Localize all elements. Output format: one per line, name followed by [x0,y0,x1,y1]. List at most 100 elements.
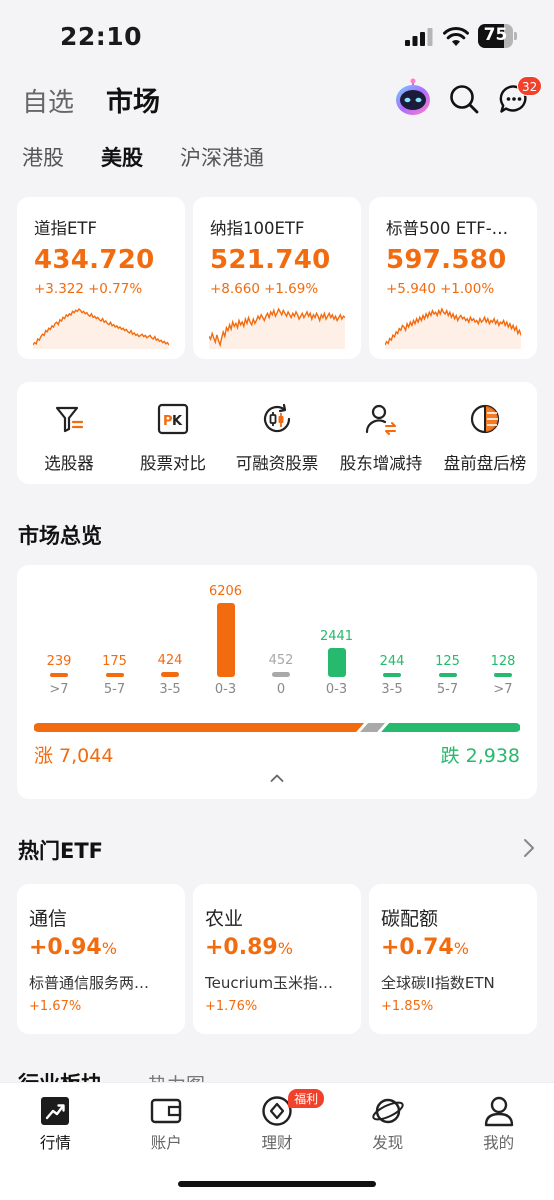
tab-hk-stocks[interactable]: 港股 [22,142,64,172]
nav-label: 账户 [150,1134,182,1152]
bar-value-label: 452 [268,652,294,668]
tab-watchlist[interactable]: 自选 [22,82,74,119]
bar-column: 452 0 [255,565,307,705]
etf-sector-pct: +0.89 [205,935,278,960]
index-change: +8.660 [210,281,260,297]
bar-category-label: 3-5 [159,682,181,697]
etf-fund-name: 全球碳II指数ETN [381,974,495,992]
index-change: +3.322 [34,281,84,297]
bar [105,673,124,677]
etf-sector-pct: +0.94 [29,935,102,960]
search-icon[interactable] [449,84,479,114]
bar-value-label: 175 [102,654,127,669]
index-change-pct: +1.00% [439,281,495,297]
etf-sector-name: 农业 [205,908,244,930]
bar [494,673,512,677]
tool-shareholder-changes[interactable]: 股东增减持 [329,382,433,484]
tool-stock-screener[interactable]: 选股器 [17,382,121,484]
etf-fund-change: +1.76% [205,999,258,1014]
index-card-dow[interactable]: 道指ETF 434.720 +3.322 +0.77% [17,197,185,359]
nav-profile[interactable]: 我的 [443,1083,554,1200]
bar-category-label: 0 [276,682,286,697]
bar [50,673,68,677]
cellular-signal-icon [405,28,433,46]
tool-label: 股东增减持 [339,454,423,473]
tool-label: 盘前盘后榜 [443,454,527,473]
bar-column: 2441 0-3 [311,565,363,705]
bar-column: 244 3-5 [366,565,418,705]
welfare-badge: 福利 [288,1089,325,1108]
ratio-down-segment [381,723,520,732]
nav-label: 理财 [261,1134,293,1152]
etf-fund-change: +1.85% [381,999,434,1014]
battery-icon: 75 [478,24,518,48]
bar-category-label: 0-3 [325,682,348,697]
index-change: +5.940 [386,281,436,297]
market-overview-title: 市场总览 [18,524,102,548]
stock-filter-icon [55,406,84,433]
robot-assistant-icon[interactable] [395,78,431,116]
svg-text:K: K [172,414,183,429]
tool-margin-stocks[interactable]: 可融资股票 [225,382,329,484]
nav-quotes[interactable]: 行情 [0,1083,111,1200]
bar-category-label: >7 [49,682,69,697]
margin-candlestick-icon [263,403,291,433]
bar-column: 424 3-5 [144,565,196,705]
tool-pre-post-market[interactable]: 盘前盘后榜 [433,382,537,484]
bar [161,671,179,677]
tool-label: 选股器 [44,454,94,473]
index-change-pct: +1.69% [263,281,319,297]
profile-icon [484,1096,513,1127]
advancers-count: 涨 7,044 [34,745,114,767]
etf-pct-unit: % [277,939,293,958]
index-card-nasdaq[interactable]: 纳指100ETF 521.740 +8.660 +1.69% [193,197,361,359]
bar [383,673,401,677]
planet-icon [372,1098,404,1124]
bar-value-label: 128 [490,654,516,669]
pk-compare-icon: P K [157,403,189,435]
tab-market[interactable]: 市场 [106,80,160,119]
tools-row: 选股器 P K 股票对比 可融资股票 股东增减持 盘前盘后榜 [17,382,537,484]
decliners-count: 跌 2,938 [440,745,520,767]
shareholder-icon [365,404,396,435]
home-indicator [178,1181,376,1187]
etf-card-carbon[interactable]: 碳配额 +0.74% 全球碳II指数ETN +1.85% [369,884,537,1034]
index-price: 597.580 [386,245,507,275]
wifi-icon [443,27,469,46]
ratio-up-segment [34,723,365,732]
nav-label: 我的 [483,1134,515,1152]
tab-stock-connect[interactable]: 沪深港通 [180,142,264,172]
wallet-icon [150,1098,182,1124]
etf-fund-change: +1.67% [29,999,82,1014]
bar-column: 125 5-7 [422,565,474,705]
hot-etf-title[interactable]: 热门ETF [18,835,103,865]
bar-column: 239 >7 [33,565,85,705]
chevron-right-icon[interactable] [522,838,536,858]
battery-level: 75 [483,25,508,45]
top-tabs: 自选 市场 [22,80,192,120]
bar-value-label: 424 [157,652,183,668]
status-time: 22:10 [60,22,143,51]
bar-category-label: 0-3 [214,682,237,697]
chevron-up-icon[interactable] [270,773,284,783]
index-price: 434.720 [34,245,155,275]
etf-sector-name: 碳配额 [381,908,439,930]
index-card-sp500[interactable]: 标普500 ETF-… 597.580 +5.940 +1.00% [369,197,537,359]
index-name: 纳指100ETF [210,219,305,238]
tool-label: 可融资股票 [235,454,319,473]
tab-us-stocks[interactable]: 美股 [101,142,143,172]
ratio-flat-segment [360,723,386,732]
up-down-distribution-chart: 239 >7 175 5-7 424 3-5 6206 0-3 452 0 2441 0-3 244 3-… [17,565,537,705]
nav-label: 发现 [372,1134,404,1152]
etf-pct-unit: % [101,939,117,958]
tool-stock-compare[interactable]: P K 股票对比 [121,382,225,484]
index-sparkline [33,307,169,349]
etf-card-telecom[interactable]: 通信 +0.94% 标普通信服务两… +1.67% [17,884,185,1034]
tool-label: 股票对比 [140,454,206,473]
up-down-ratio-bar [34,723,520,732]
bar-value-label: 244 [379,654,405,669]
index-name: 道指ETF [34,219,97,238]
etf-card-agriculture[interactable]: 农业 +0.89% Teucrium玉米指… +1.76% [193,884,361,1034]
bar-value-label: 6206 [208,584,243,599]
bar-category-label: 3-5 [381,682,403,697]
